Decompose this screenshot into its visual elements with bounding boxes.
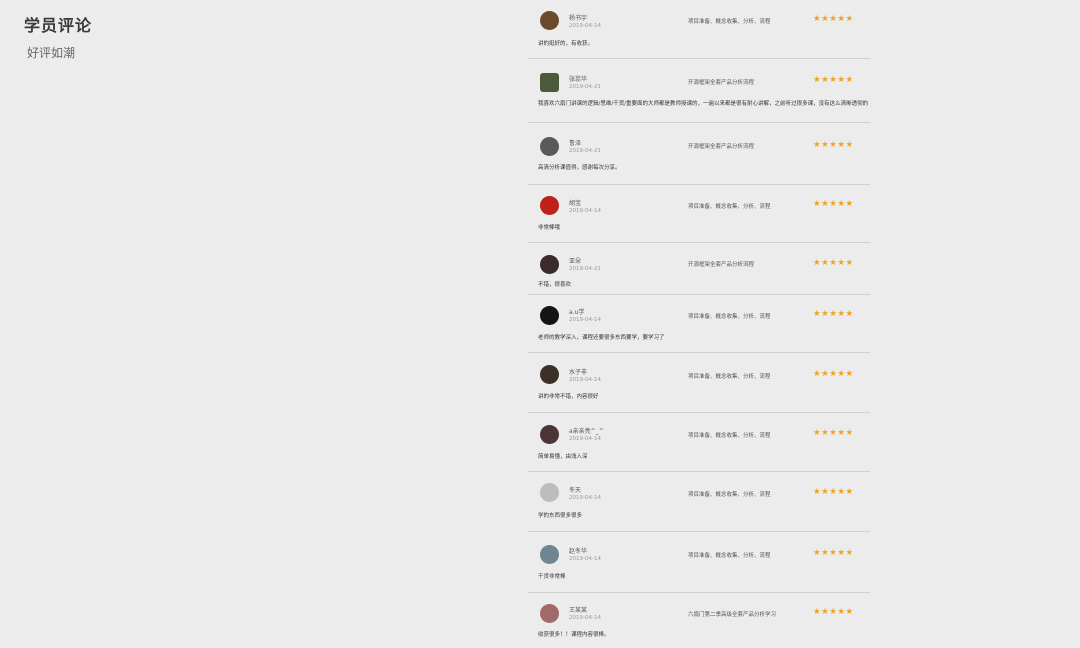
avatar[interactable] (540, 255, 559, 274)
review-date: 2019-04-21 (569, 84, 601, 90)
course-name[interactable]: 项目准备、概念收集、分析、流程 (688, 372, 771, 380)
course-name[interactable]: 六扇门第二季高级全套产品分析学习 (688, 610, 776, 618)
avatar[interactable] (540, 483, 559, 502)
review-date: 2019-04-14 (569, 495, 601, 501)
rating-stars: ★★★★★ (813, 75, 854, 85)
avatar[interactable] (540, 73, 559, 92)
reviewer-name: 亚朵 (569, 258, 582, 265)
rating-stars: ★★★★★ (813, 14, 854, 24)
review-date: 2019-04-14 (569, 556, 601, 562)
avatar[interactable] (540, 365, 559, 384)
review-date: 2019-04-14 (569, 23, 601, 29)
reviewer-name: 张蕊华 (569, 76, 588, 83)
review-comment: 不错，很喜欢 (538, 282, 572, 288)
rating-stars: ★★★★★ (813, 258, 854, 268)
page-title: 学员评论 (24, 16, 93, 35)
review-date: 2019-04-21 (569, 266, 601, 272)
review-date: 2019-04-14 (569, 615, 601, 621)
review-comment: 我喜欢六扇门讲课的逻辑/思维/干货/重要面的大师都是教师授课的，一遍以来都是很有… (538, 101, 868, 107)
rating-stars: ★★★★★ (813, 548, 854, 558)
review-item: a亲亲亮^_^ 2019-04-14 项目准备、概念收集、分析、流程 ★★★★★… (528, 412, 870, 472)
rating-stars: ★★★★★ (813, 309, 854, 319)
avatar[interactable] (540, 545, 559, 564)
reviewer-name: a.u学 (569, 309, 585, 316)
avatar[interactable] (540, 196, 559, 215)
avatar[interactable] (540, 425, 559, 444)
course-name[interactable]: 项目准备、概念收集、分析、流程 (688, 17, 771, 25)
review-date: 2019-04-14 (569, 436, 601, 442)
course-name[interactable]: 项目准备、概念收集、分析、流程 (688, 551, 771, 559)
review-item: 王某某 2019-04-14 六扇门第二季高级全套产品分析学习 ★★★★★ 收获… (528, 592, 870, 648)
avatar[interactable] (540, 306, 559, 325)
course-name[interactable]: 项目准备、概念收集、分析、流程 (688, 312, 771, 320)
review-item: 冬天 2019-04-14 项目准备、概念收集、分析、流程 ★★★★★ 学的东西… (528, 471, 870, 532)
rating-stars: ★★★★★ (813, 428, 854, 438)
rating-stars: ★★★★★ (813, 607, 854, 617)
review-comment: 简单易懂，由浅入深 (538, 454, 588, 460)
reviewer-name: 杨书宇 (569, 15, 588, 22)
review-item: 赵冬华 2019-04-14 项目准备、概念收集、分析、流程 ★★★★★ 干货非… (528, 531, 870, 593)
review-comment: 讲的挺好的，有收获。 (538, 41, 594, 47)
review-comment: 收获很多！！课程内容很棒。 (538, 632, 610, 638)
review-item: 鲁泽 2019-04-21 开源框架全套产品分析流程 ★★★★★ 高清分析课值得… (528, 122, 870, 185)
course-name[interactable]: 项目准备、概念收集、分析、流程 (688, 431, 771, 439)
course-name[interactable]: 开源框架全套产品分析流程 (688, 260, 754, 268)
rating-stars: ★★★★★ (813, 140, 854, 150)
avatar[interactable] (540, 137, 559, 156)
review-item: 水子非 2019-04-14 项目准备、概念收集、分析、流程 ★★★★★ 讲的非… (528, 352, 870, 413)
section-header: 学员评论 好评如潮 (24, 12, 92, 61)
review-comment: 讲的非常不错，内容很好 (538, 394, 599, 400)
review-date: 2019-04-14 (569, 317, 601, 323)
review-date: 2019-04-21 (569, 148, 601, 154)
course-name[interactable]: 项目准备、概念收集、分析、流程 (688, 202, 771, 210)
review-comment: 高清分析课值得，感谢每次分享。 (538, 165, 621, 171)
review-item: 杨书宇 2019-04-14 项目准备、概念收集、分析、流程 ★★★★★ 讲的挺… (528, 0, 870, 58)
course-name[interactable]: 项目准备、概念收集、分析、流程 (688, 490, 771, 498)
rating-stars: ★★★★★ (813, 487, 854, 497)
review-comment: 学的东西很多很多 (538, 513, 583, 519)
review-list: 杨书宇 2019-04-14 项目准备、概念收集、分析、流程 ★★★★★ 讲的挺… (528, 0, 870, 648)
course-name[interactable]: 开源框架全套产品分析流程 (688, 78, 754, 86)
page: 学员评论 好评如潮 杨书宇 2019-04-14 项目准备、概念收集、分析、流程… (0, 0, 1080, 648)
reviewer-name: 王某某 (569, 607, 588, 614)
avatar[interactable] (540, 11, 559, 30)
review-item: a.u学 2019-04-14 项目准备、概念收集、分析、流程 ★★★★★ 老师… (528, 294, 870, 353)
reviewer-name: 鲁泽 (569, 140, 582, 147)
course-name[interactable]: 开源框架全套产品分析流程 (688, 142, 754, 150)
review-item: 张蕊华 2019-04-21 开源框架全套产品分析流程 ★★★★★ 我喜欢六扇门… (528, 58, 870, 123)
review-date: 2019-04-14 (569, 208, 601, 214)
rating-stars: ★★★★★ (813, 369, 854, 379)
reviewer-name: 水子非 (569, 369, 588, 376)
review-item: 亚朵 2019-04-21 开源框架全套产品分析流程 ★★★★★ 不错，很喜欢 (528, 242, 870, 295)
reviewer-name: 胡宝 (569, 200, 582, 207)
review-comment: 干货非常棒 (538, 574, 566, 580)
review-comment: 老师的教学深入，课程还要很多东西要学，要学习了 (538, 335, 665, 341)
review-comment: 非常棒哦 (538, 225, 561, 231)
rating-stars: ★★★★★ (813, 199, 854, 209)
review-item: 胡宝 2019-04-14 项目准备、概念收集、分析、流程 ★★★★★ 非常棒哦 (528, 184, 870, 243)
reviewer-name: a亲亲亮^_^ (569, 428, 604, 435)
reviewer-name: 冬天 (569, 487, 582, 494)
reviewer-name: 赵冬华 (569, 548, 588, 555)
review-date: 2019-04-14 (569, 377, 601, 383)
page-subtitle: 好评如潮 (27, 46, 76, 60)
avatar[interactable] (540, 604, 559, 623)
